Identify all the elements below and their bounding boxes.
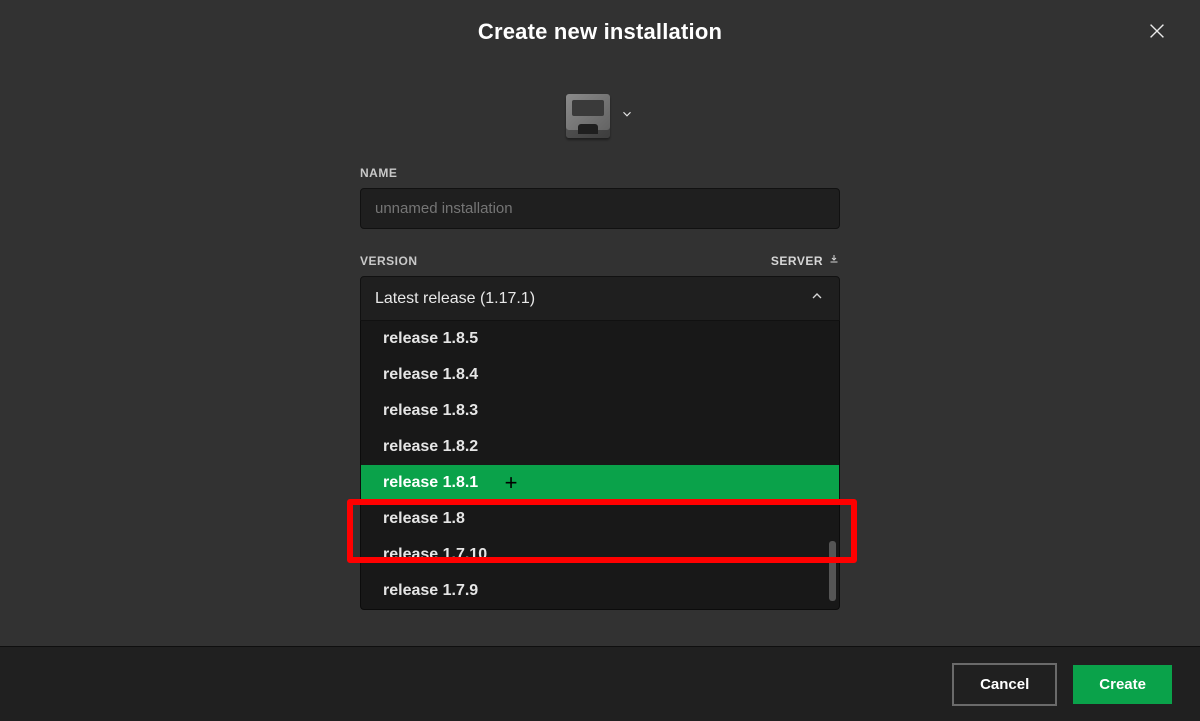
version-option[interactable]: release 1.7.10: [361, 537, 839, 573]
version-option[interactable]: release 1.8.2: [361, 429, 839, 465]
dialog-footer: Cancel Create: [0, 646, 1200, 721]
close-button[interactable]: [1142, 18, 1172, 48]
version-selected-value: Latest release (1.17.1): [375, 290, 535, 308]
profile-icon-picker[interactable]: [566, 94, 634, 138]
dialog-title: Create new installation: [478, 19, 722, 45]
server-download-link[interactable]: SERVER: [771, 253, 840, 268]
version-option[interactable]: release 1.8.5: [361, 321, 839, 357]
name-label: NAME: [360, 166, 840, 180]
version-option[interactable]: release 1.8: [361, 501, 839, 537]
version-option[interactable]: release 1.7.9: [361, 573, 839, 609]
version-dropdown: release 1.8.5release 1.8.4release 1.8.3r…: [360, 321, 840, 610]
dialog-header: Create new installation: [0, 0, 1200, 64]
chevron-up-icon: [809, 288, 825, 309]
version-option[interactable]: release 1.8.4: [361, 357, 839, 393]
installation-form: NAME VERSION SERVER Latest release (1.17…: [360, 166, 840, 610]
server-label: SERVER: [771, 254, 823, 268]
dropdown-scrollbar[interactable]: [829, 541, 836, 601]
close-icon: [1146, 20, 1168, 47]
create-button[interactable]: Create: [1073, 665, 1172, 704]
version-option[interactable]: release 1.8.1+: [361, 465, 839, 501]
mouse-cursor-icon: +: [505, 472, 518, 494]
download-icon: [828, 253, 840, 268]
version-option[interactable]: release 1.8.3: [361, 393, 839, 429]
chevron-down-icon: [620, 107, 634, 126]
cancel-button[interactable]: Cancel: [952, 663, 1057, 706]
furnace-icon: [566, 94, 610, 138]
dialog-body: NAME VERSION SERVER Latest release (1.17…: [0, 64, 1200, 646]
name-input[interactable]: [360, 188, 840, 229]
version-select[interactable]: Latest release (1.17.1): [360, 276, 840, 321]
version-label: VERSION: [360, 254, 418, 268]
